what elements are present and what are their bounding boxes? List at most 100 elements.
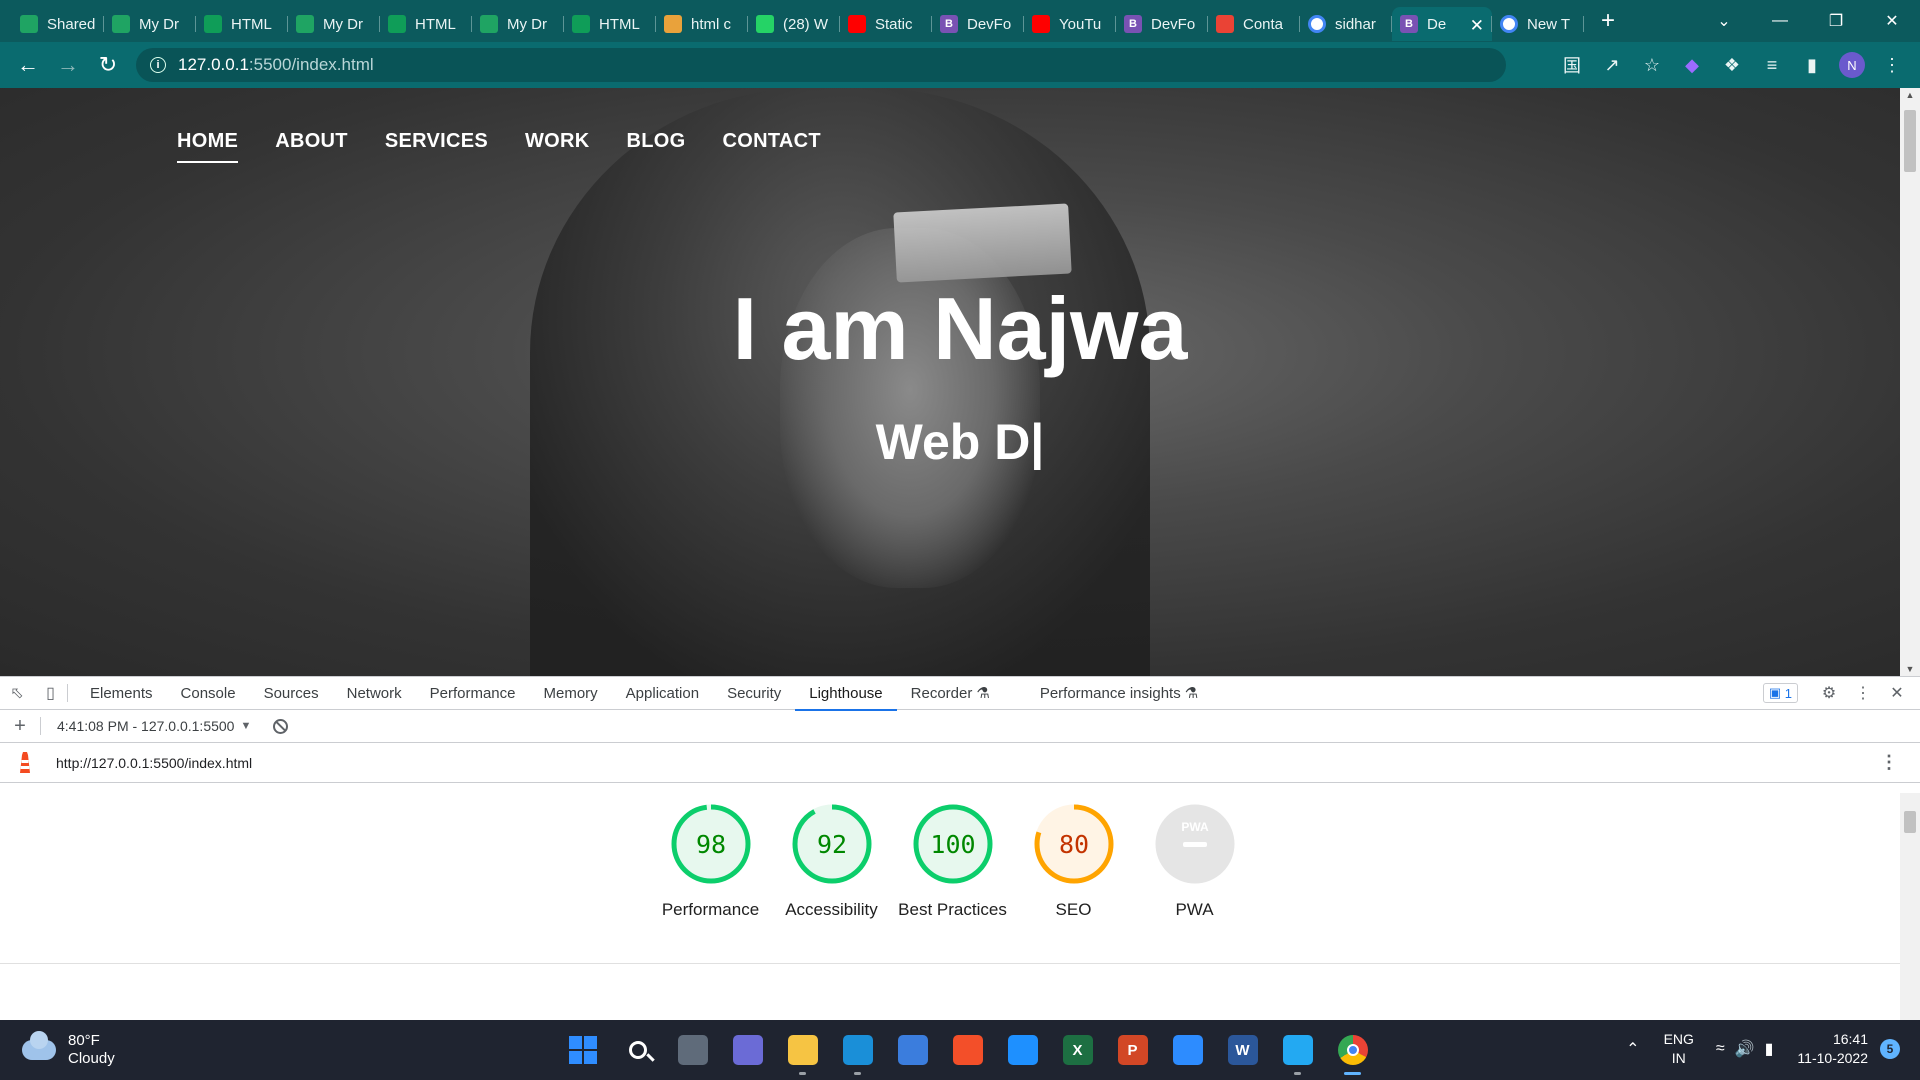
dropdown-arrow-icon[interactable]: ▼ [240,720,251,732]
close-tab-icon[interactable]: ✕ [1470,16,1484,36]
forward-icon[interactable]: → [48,45,88,85]
devtools-tab-lighthouse[interactable]: Lighthouse [795,677,898,711]
share-icon[interactable]: ↗ [1592,45,1632,85]
file-explorer-taskbar-button[interactable] [775,1029,830,1075]
inspect-element-icon[interactable]: ⬁ [0,677,34,710]
show-hidden-icons-chevron-icon[interactable]: ⌃ [1626,1039,1639,1059]
scrollbar-thumb[interactable] [1904,110,1916,172]
clock[interactable]: 16:41 11-10-2022 [1797,1030,1868,1068]
restore-icon[interactable]: ❐ [1808,0,1864,42]
edge-taskbar-button[interactable] [830,1029,885,1075]
bookmark-star-icon[interactable]: ☆ [1632,45,1672,85]
address-bar[interactable]: i 127.0.0.1:5500/index.html [136,48,1506,82]
site-nav-contact[interactable]: CONTACT [723,130,821,163]
close-devtools-icon[interactable]: ✕ [1880,677,1914,710]
clear-reports-icon[interactable] [273,718,289,734]
zoom-taskbar-button[interactable] [1160,1029,1215,1071]
devtools-tab-application[interactable]: Application [612,677,713,710]
teams-chat-taskbar-button[interactable] [720,1029,775,1071]
browser-tab[interactable]: (28) W [748,7,840,41]
report-session-select[interactable]: 4:41:08 PM - 127.0.0.1:5500 [57,718,234,734]
word-taskbar-button[interactable]: W [1215,1029,1270,1071]
scroll-down-icon[interactable]: ▼ [1900,664,1920,674]
browser-tab[interactable]: HTML [380,7,472,41]
devtools-tab-performance[interactable]: Performance [416,677,530,710]
reload-icon[interactable]: ↻ [88,45,128,85]
git-taskbar-button[interactable] [940,1029,995,1071]
side-panel-icon[interactable]: ▮ [1792,45,1832,85]
site-info-icon[interactable]: i [150,57,166,73]
devtools-menu-icon[interactable]: ⋮ [1846,677,1880,710]
devtools-tab-security[interactable]: Security [713,677,795,710]
score-gauge-pwa[interactable]: PWA PWA [1134,803,1255,922]
devtools-tab-elements[interactable]: Elements [76,677,167,710]
search-taskbar-button[interactable] [610,1029,665,1071]
weather-widget[interactable]: 80°F Cloudy [22,1031,115,1068]
translate-icon[interactable]: 国 [1552,45,1592,85]
site-nav-services[interactable]: SERVICES [385,130,488,163]
reading-list-icon[interactable]: ≡ [1752,45,1792,85]
battery-icon[interactable]: ▮ [1765,1039,1774,1059]
back-icon[interactable]: ← [8,45,48,85]
browser-tab[interactable]: B DevFo [932,7,1024,41]
page-scrollbar[interactable]: ▲ ▼ [1900,88,1920,676]
score-gauge-best-practices[interactable]: 100 Best Practices [892,803,1013,922]
wifi-icon[interactable]: ≈ [1716,1040,1725,1058]
report-scrollbar-thumb[interactable] [1904,811,1916,833]
browser-tab[interactable]: My Dr [288,7,380,41]
store-taskbar-button[interactable] [885,1029,940,1071]
input-language-indicator[interactable]: ENG IN [1664,1030,1694,1068]
browser-tab[interactable]: YouTu [1024,7,1116,41]
chrome-taskbar-button[interactable] [1325,1029,1380,1075]
tab-search-icon[interactable]: ⌄ [1696,0,1752,42]
browser-tab[interactable]: B De ✕ [1392,7,1492,41]
score-gauge-seo[interactable]: 80 SEO [1013,803,1134,922]
notification-badge[interactable]: 5 [1880,1039,1900,1059]
extensions-puzzle-icon[interactable]: ❖ [1712,45,1752,85]
site-nav-work[interactable]: WORK [525,130,590,163]
browser-tab[interactable]: Static [840,7,932,41]
avatar[interactable]: N [1839,52,1865,78]
score-gauge-performance[interactable]: 98 Performance [650,803,771,922]
browser-tab[interactable]: sidhar [1300,7,1392,41]
devtools-tab-sources[interactable]: Sources [250,677,333,710]
close-window-icon[interactable]: ✕ [1864,0,1920,42]
minimize-icon[interactable]: — [1752,0,1808,42]
site-nav-about[interactable]: ABOUT [275,130,348,163]
profile-button[interactable]: N [1832,45,1872,85]
devtools-tab-memory[interactable]: Memory [530,677,612,710]
browser-tab[interactable]: My Dr [104,7,196,41]
issues-counter[interactable]: ▣ 1 [1762,683,1798,703]
devtools-tab-performance-insights[interactable]: Performance insights ⚗ [1026,677,1212,710]
settings-gear-icon[interactable]: ⚙ [1812,677,1846,710]
report-menu-icon[interactable]: ⋮ [1880,752,1898,773]
device-toolbar-icon[interactable]: ▯ [34,684,68,702]
browser-tab[interactable]: Conta [1208,7,1300,41]
devtools-tab-console[interactable]: Console [167,677,250,710]
powerpoint-taskbar-button[interactable]: P [1105,1029,1160,1071]
devtools-tab-network[interactable]: Network [333,677,416,710]
browser-tab[interactable]: My Dr [472,7,564,41]
report-scrollbar[interactable] [1900,793,1920,1021]
browser-tab[interactable]: HTML [564,7,656,41]
excel-taskbar-button[interactable]: X [1050,1029,1105,1071]
chrome-menu-icon[interactable]: ⋮ [1872,45,1912,85]
help-taskbar-button[interactable] [995,1029,1050,1071]
new-report-icon[interactable]: + [0,715,40,738]
scroll-up-icon[interactable]: ▲ [1900,90,1920,100]
browser-tab[interactable]: html c [656,7,748,41]
extension-app-icon[interactable]: ◆ [1672,45,1712,85]
browser-tab[interactable]: New T [1492,7,1584,41]
site-nav-home[interactable]: HOME [177,130,239,163]
site-nav-blog[interactable]: BLOG [627,130,686,163]
volume-icon[interactable]: 🔊 [1735,1039,1755,1059]
browser-tab[interactable]: B DevFo [1116,7,1208,41]
new-tab-button[interactable]: + [1588,1,1628,41]
vscode-taskbar-button[interactable] [1270,1029,1325,1075]
start-taskbar-button[interactable] [555,1029,610,1071]
task-view-taskbar-button[interactable] [665,1029,720,1071]
browser-tab[interactable]: HTML [196,7,288,41]
devtools-tab-recorder[interactable]: Recorder ⚗ [897,677,1004,710]
score-gauge-accessibility[interactable]: 92 Accessibility [771,803,892,922]
browser-tab[interactable]: Shared [12,7,104,41]
